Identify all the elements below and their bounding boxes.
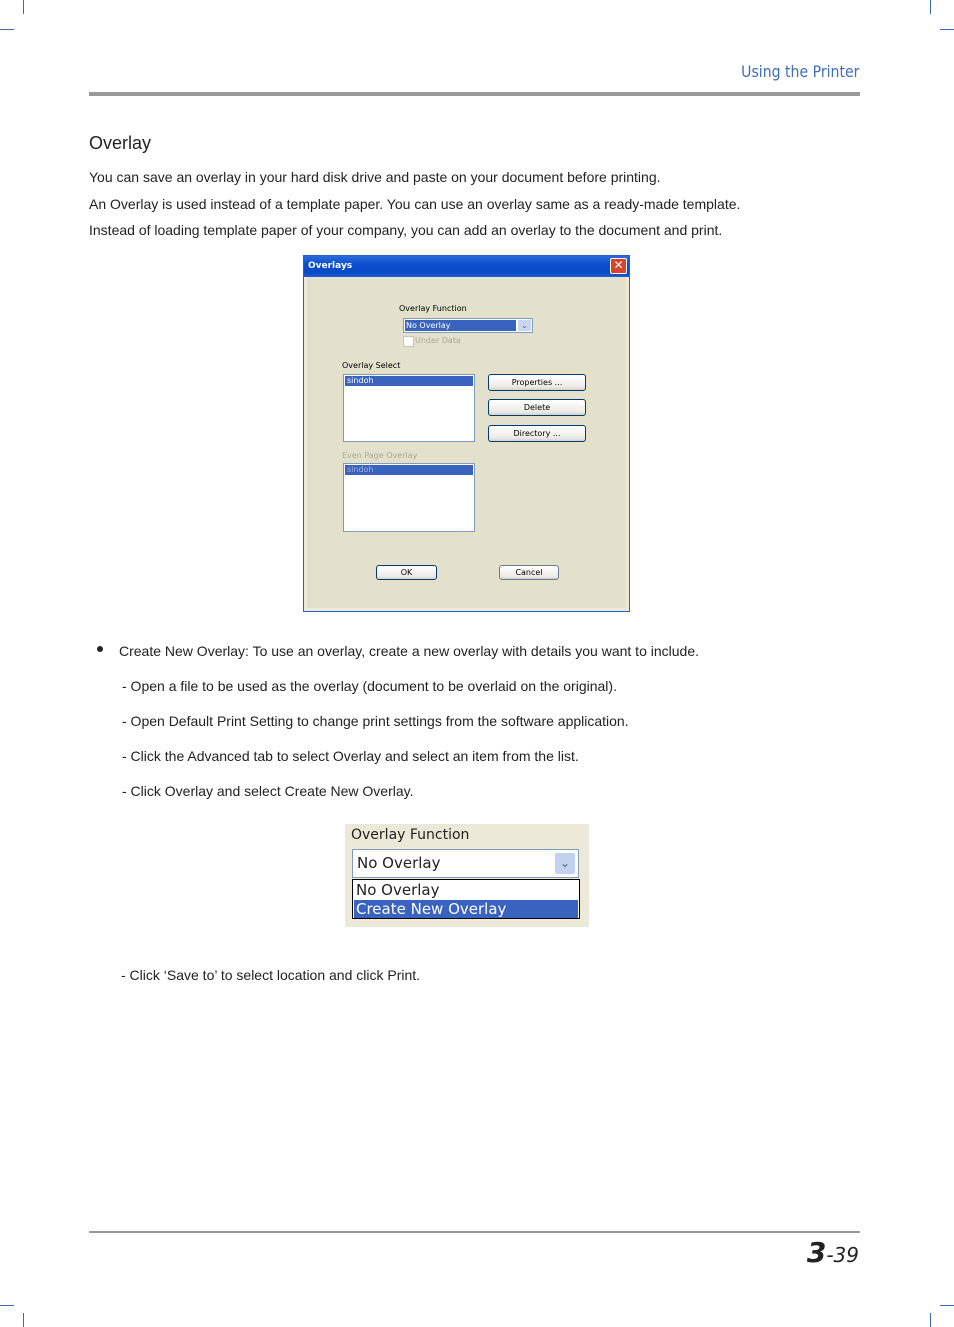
under-data-checkbox[interactable] [403, 336, 414, 347]
list-item[interactable]: sindoh [345, 465, 473, 475]
section-title: Overlay [89, 133, 152, 153]
overlay-function-select[interactable]: No Overlay ⌄ [352, 849, 579, 878]
crop-mark [930, 1313, 931, 1327]
chevron-down-icon[interactable]: ⌄ [555, 853, 575, 874]
under-data-label: Under Data [415, 336, 461, 345]
crop-mark [940, 1305, 954, 1306]
ok-button[interactable]: OK [376, 565, 437, 580]
crop-mark [0, 1305, 14, 1306]
overlay-function-label: Overlay Function [399, 304, 467, 313]
chevron-down-icon[interactable]: ⌄ [518, 320, 531, 331]
substep: - Click the Advanced tab to select Overl… [122, 748, 579, 764]
substep: - Open a file to be used as the overlay … [122, 678, 617, 694]
dialog-titlebar[interactable]: Overlays ✕ [304, 256, 629, 277]
list-item[interactable]: sindoh [345, 376, 473, 386]
overlay-select-list[interactable]: sindoh [343, 374, 475, 442]
dropdown-option-create-new-overlay[interactable]: Create New Overlay [354, 900, 578, 918]
paragraph: You can save an overlay in your hard dis… [89, 169, 661, 185]
chapter-number: 3 [806, 1236, 827, 1269]
overlay-function-label: Overlay Function [351, 827, 470, 843]
dropdown-option-no-overlay[interactable]: No Overlay [354, 881, 578, 899]
crop-mark [23, 1313, 24, 1327]
crop-mark [930, 0, 931, 14]
paragraph: Instead of loading template paper of you… [89, 222, 723, 238]
overlay-function-value: No Overlay [357, 854, 441, 872]
bullet-text: Create New Overlay: To use an overlay, c… [119, 643, 699, 659]
crop-mark [23, 0, 24, 14]
overlay-function-value: No Overlay [405, 320, 516, 331]
overlay-select-label: Overlay Select [342, 361, 401, 370]
substep: - Click Overlay and select Create New Ov… [122, 783, 414, 799]
overlay-function-figure: Overlay Function No Overlay ⌄ No Overlay… [345, 824, 589, 927]
even-page-overlay-list[interactable]: sindoh [343, 463, 475, 532]
cancel-button[interactable]: Cancel [499, 565, 559, 580]
properties-button[interactable]: Properties ... [488, 374, 586, 391]
dialog-title: Overlays [308, 261, 353, 271]
overlay-function-select[interactable]: No Overlay ⌄ [403, 318, 533, 333]
even-page-overlay-label: Even Page Overlay [342, 451, 418, 460]
bullet-icon [97, 646, 103, 652]
crop-mark [0, 29, 14, 30]
page-number: 3-39 [807, 1236, 859, 1269]
footer-divider [89, 1231, 860, 1233]
running-header: Using the Printer [740, 62, 859, 81]
page-suffix: -39 [826, 1243, 859, 1267]
dropdown-list: No Overlay Create New Overlay [352, 879, 580, 919]
crop-mark [940, 29, 954, 30]
overlays-dialog: Overlays ✕ Overlay Function No Overlay ⌄… [303, 255, 630, 612]
header-divider [89, 92, 860, 96]
close-icon[interactable]: ✕ [610, 258, 627, 274]
paragraph: An Overlay is used instead of a template… [89, 196, 741, 212]
delete-button[interactable]: Delete [488, 399, 586, 416]
directory-button[interactable]: Directory ... [488, 425, 586, 442]
dialog-body: Overlay Function No Overlay ⌄ Under Data… [307, 277, 626, 608]
substep: - Open Default Print Setting to change p… [122, 713, 629, 729]
final-step: - Click ‘Save to’ to select location and… [121, 967, 421, 983]
